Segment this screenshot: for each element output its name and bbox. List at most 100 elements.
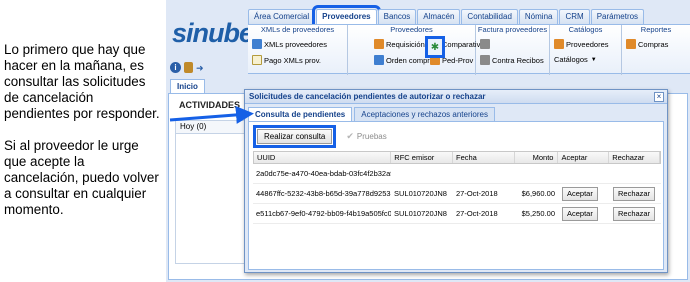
order-icon [374,55,384,65]
tab-aceptaciones-rechazos[interactable]: Aceptaciones y rechazos anteriores [354,107,495,121]
narrative-text: Lo primero que hay que hacer en la mañan… [4,42,162,234]
lock-icon[interactable] [184,62,193,73]
cell-fecha: 27-Oct-2018 [456,189,498,198]
tab-consulta-pendientes[interactable]: Consulta de pendientes [248,107,353,121]
requisition-icon [374,39,384,49]
cell-uuid: e511cb67-9ef0-4792-bb09-f4b19a505fc0 [256,209,391,218]
ribbon-group-proveedores: Proveedores Requisición Orden compra Com… [348,25,485,75]
cell-aceptar: Aceptar [559,204,610,223]
dialog-toolbar: Realizar consulta ✔ Pruebas [252,124,661,148]
requisicion-button[interactable]: Requisición [374,39,425,49]
menu-tab-parametros[interactable]: Parámetros [590,9,645,24]
activities-list [175,134,245,264]
table-row[interactable]: 44867ffc-5232-43b8-b65d-39a778d92538 SUL… [253,184,661,204]
ribbon-group-title: XMLs de proveedores [260,25,335,34]
menu-tab-proveedores[interactable]: Proveedores [312,5,381,28]
contra-recibos-button[interactable]: Contra Recibos [480,55,544,65]
column-header-rechazar[interactable]: Rechazar [609,152,660,163]
menu-tab-crm[interactable]: CRM [559,9,590,24]
ribbon-item-label: Contra Recibos [492,55,544,65]
ribbon-item-label: Proveedores [566,39,609,49]
ribbon-toolbar: XMLs de proveedores XMLs proveedores Pag… [248,24,690,75]
ribbon-item-label: Catálogos [554,55,588,64]
rechazar-button[interactable]: Rechazar [613,207,656,221]
pending-requests-table: UUID RFC emisor Fecha Monto Aceptar Rech… [253,151,661,224]
cell-uuid: 44867ffc-5232-43b8-b65d-39a778d92538 [256,189,391,198]
pruebas-label: Pruebas [356,131,387,141]
column-header-uuid[interactable]: UUID [254,152,392,163]
catalogo-proveedores-button[interactable]: Proveedores [554,39,609,49]
cell-aceptar: Aceptar [559,184,610,203]
cell-rfc [391,164,453,183]
cancellation-requests-dialog: Solicitudes de cancelación pendientes de… [244,89,668,273]
pago-xmls-button[interactable]: Pago XMLs prov. [252,55,321,65]
actividades-heading: ACTIVIDADES [179,100,241,110]
aceptar-button[interactable]: Aceptar [562,207,598,221]
cancelacion-pendientes-button[interactable]: ✱ [425,36,445,58]
menu-tab-area-comercial[interactable]: Área Comercial [248,9,316,24]
ribbon-item-label: Compras [638,39,669,49]
cell-aceptar [559,164,610,183]
ribbon-group-title: Factura proveedores [477,25,548,34]
book-icon [554,39,564,49]
document-icon [252,55,262,65]
menu-tab-contabilidad[interactable]: Contabilidad [461,9,518,24]
tab-inicio[interactable]: Inicio [170,79,205,93]
cell-uuid: 2a0dc75e-a470-40ea-bdab-03fc4f2b32af [256,169,391,178]
table-row[interactable]: 2a0dc75e-a470-40ea-bdab-03fc4f2b32af [253,164,661,184]
rechazar-button[interactable]: Rechazar [613,187,656,201]
info-icon[interactable]: i [170,62,181,73]
dialog-title: Solicitudes de cancelación pendientes de… [245,90,667,104]
table-row[interactable]: e511cb67-9ef0-4792-bb09-f4b19a505fc0 SUL… [253,204,661,224]
ribbon-item-label: Ped-Prov [442,55,474,65]
ribbon-group-title: Proveedores [390,25,433,34]
close-icon[interactable]: × [654,92,664,102]
narrative-paragraph-1: Lo primero que hay que hacer en la mañan… [4,42,160,121]
ribbon-group-title: Reportes [640,25,672,34]
sinube-logo: sinube [172,18,254,48]
cell-fecha [453,164,515,183]
ribbon-group-factura: Factura proveedores Contra Recibos [476,25,550,75]
menu-tab-nomina[interactable]: Nómina [518,9,559,24]
catalogos-dropdown[interactable]: Catálogos ▼ [554,55,597,64]
report-icon [626,39,636,49]
ribbon-group-title: Catálogos [568,25,603,34]
column-header-aceptar[interactable]: Aceptar [558,152,610,163]
invoice-icon [480,39,490,49]
menu-tab-bancos[interactable]: Bancos [377,9,417,24]
cancellation-icon: ✱ [430,41,440,53]
arrow-icon[interactable]: ➜ [196,63,204,74]
ribbon-item-label: Requisición [386,39,425,49]
realizar-consulta-button[interactable]: Realizar consulta [252,124,337,148]
receipt-icon [480,55,490,65]
cell-fecha: 27-Oct-2018 [456,209,498,218]
cell-rechazar: Rechazar [610,184,661,203]
cell-rfc: SUL010720JN8 [394,209,447,218]
factura-button[interactable] [480,39,492,49]
compras-report-button[interactable]: Compras [626,39,668,49]
pruebas-checkbox[interactable]: ✔ Pruebas [346,131,386,142]
narrative-paragraph-2: Si al proveedor le urge que acepte la ca… [4,138,159,217]
cell-rfc: SUL010720JN8 [394,189,447,198]
cell-monto: $6,960.00 [521,189,555,198]
column-header-monto[interactable]: Monto [515,152,559,163]
cell-monto [515,164,559,183]
main-menu-tabs: Área Comercial Proveedores Bancos Almacé… [248,5,645,28]
menu-tab-almacen[interactable]: Almacén [417,9,461,24]
aceptar-button[interactable]: Aceptar [562,187,598,201]
ribbon-group-xmls: XMLs de proveedores XMLs proveedores Pag… [248,25,348,75]
cell-monto: $5,250.00 [521,209,555,218]
ribbon-item-label: Pago XMLs prov. [264,55,321,65]
dialog-body: Realizar consulta ✔ Pruebas UUID RFC emi… [248,121,664,270]
ribbon-group-reportes: Reportes Compras [622,25,690,75]
cell-rechazar: Rechazar [610,204,661,223]
ribbon-group-catalogos: Catálogos Proveedores Catálogos ▼ [550,25,622,75]
ribbon-item-label: XMLs proveedores [264,39,327,49]
column-header-rfc[interactable]: RFC emisor [391,152,453,163]
column-header-fecha[interactable]: Fecha [453,152,515,163]
check-icon: ✔ [346,130,354,141]
xml-icon [252,39,262,49]
xmls-proveedores-button[interactable]: XMLs proveedores [252,39,327,49]
table-header: UUID RFC emisor Fecha Monto Aceptar Rech… [253,151,661,164]
hoy-list-header[interactable]: Hoy (0) [175,120,245,134]
